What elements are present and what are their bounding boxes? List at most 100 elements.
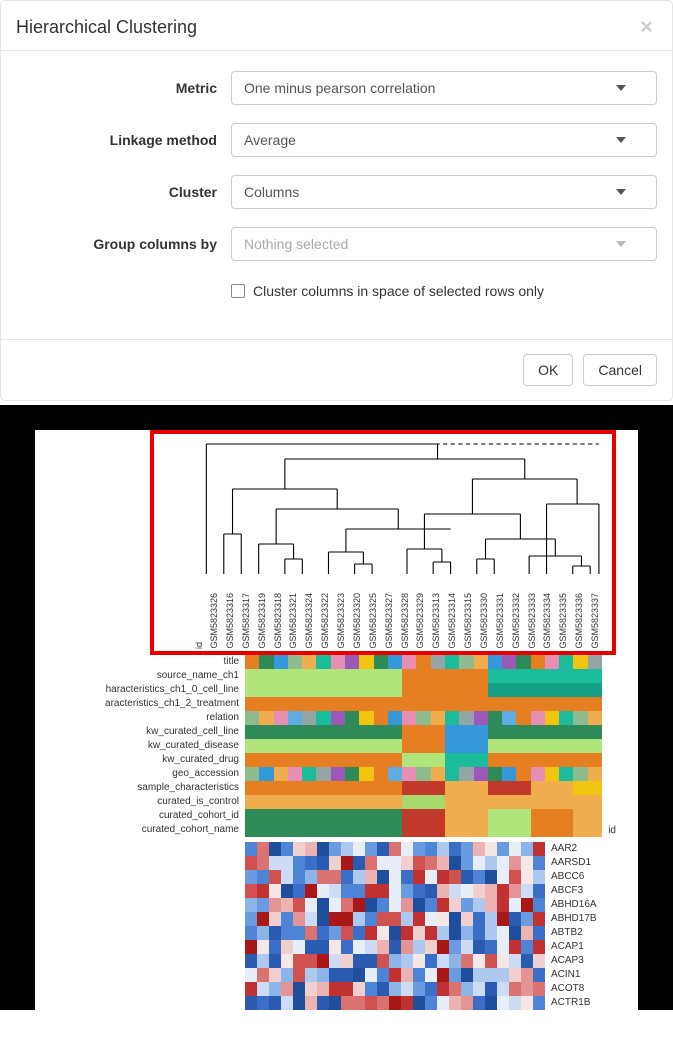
- cancel-button[interactable]: Cancel: [583, 354, 657, 386]
- annotation-cell: [502, 669, 516, 683]
- heatmap-cell: [521, 842, 533, 856]
- heatmap-cell: [461, 842, 473, 856]
- annotation-row-label: kw_curated_disease: [70, 739, 245, 753]
- annotation-cell: [531, 809, 545, 823]
- annotation-cell: [588, 655, 602, 669]
- heatmap-cell: [353, 842, 365, 856]
- annotation-cell: [474, 823, 488, 837]
- annotation-cell: [374, 809, 388, 823]
- annotation-cell: [316, 753, 330, 767]
- heatmap-cell: [437, 884, 449, 898]
- annotation-cell: [316, 683, 330, 697]
- annotation-cell: [502, 655, 516, 669]
- heatmap-cell: [305, 954, 317, 968]
- annotation-cell: [388, 669, 402, 683]
- metric-select[interactable]: One minus pearson correlation: [231, 71, 657, 105]
- heatmap-cell: [461, 940, 473, 954]
- heatmap-cell: [401, 968, 413, 982]
- linkage-select[interactable]: Average: [231, 123, 657, 157]
- heatmap-cell: [437, 926, 449, 940]
- heatmap-cell: [305, 842, 317, 856]
- heatmap-cell: [353, 940, 365, 954]
- heatmap-cell: [461, 926, 473, 940]
- annotation-cell: [402, 669, 416, 683]
- column-label: GSM5823325: [368, 593, 384, 649]
- heatmap-cell: [389, 842, 401, 856]
- annotation-cell: [573, 683, 587, 697]
- heatmap-cell: [257, 996, 269, 1010]
- heatmap-cell: [425, 842, 437, 856]
- annotation-cell: [388, 809, 402, 823]
- heatmap-cell: [401, 940, 413, 954]
- annotation-cell: [345, 683, 359, 697]
- annotation-cell: [331, 711, 345, 725]
- column-label: GSM5823327: [384, 593, 400, 649]
- heatmap-cell: [461, 968, 473, 982]
- heatmap-cell: [425, 898, 437, 912]
- annotation-cell: [345, 781, 359, 795]
- cluster-select[interactable]: Columns: [231, 175, 657, 209]
- heatmap-cell: [377, 856, 389, 870]
- group-by-select[interactable]: Nothing selected: [231, 227, 657, 261]
- annotation-cell: [502, 767, 516, 781]
- annotation-cell: [316, 781, 330, 795]
- annotation-cell: [402, 655, 416, 669]
- annotation-cell: [431, 781, 445, 795]
- annotation-cell: [431, 669, 445, 683]
- annotation-cell: [559, 809, 573, 823]
- heatmap-cell: [473, 912, 485, 926]
- heatmap-cell: [509, 856, 521, 870]
- annotation-cell: [331, 739, 345, 753]
- annotation-cell: [402, 781, 416, 795]
- annotation-cell: [331, 655, 345, 669]
- heatmap-cell: [341, 926, 353, 940]
- annotation-cell: [573, 767, 587, 781]
- annotation-cell: [459, 739, 473, 753]
- annotation-cell: [459, 823, 473, 837]
- heatmap-cell: [293, 870, 305, 884]
- annotation-cell: [502, 781, 516, 795]
- selected-rows-only-checkbox[interactable]: [231, 284, 245, 298]
- heatmap-cell: [413, 856, 425, 870]
- heatmap-cell: [245, 982, 257, 996]
- heatmap-cell: [281, 968, 293, 982]
- heatmap-cell: [449, 912, 461, 926]
- annotation-id-label: id: [608, 825, 616, 837]
- annotation-cell: [588, 697, 602, 711]
- annotation-cell: [474, 809, 488, 823]
- annotation-cell: [431, 823, 445, 837]
- ok-button[interactable]: OK: [523, 354, 573, 386]
- annotation-row-label: source_name_ch1: [70, 669, 245, 683]
- annotation-cell: [588, 753, 602, 767]
- heatmap-cell: [329, 898, 341, 912]
- field-cluster: Cluster Columns: [16, 175, 657, 209]
- heatmap-cell: [377, 898, 389, 912]
- annotation-cell: [474, 683, 488, 697]
- annotation-row-label: relation: [70, 711, 245, 725]
- gene-row-label: AAR2: [551, 842, 616, 856]
- annotation-cell: [516, 725, 530, 739]
- heatmap-cell: [353, 856, 365, 870]
- annotation-cell: [316, 795, 330, 809]
- annotation-cell: [302, 767, 316, 781]
- heatmap-cell: [509, 870, 521, 884]
- annotation-cell: [288, 739, 302, 753]
- annotation-cell: [374, 697, 388, 711]
- annotation-cell: [288, 781, 302, 795]
- heatmap-cell: [485, 982, 497, 996]
- annotation-cell: [559, 767, 573, 781]
- annotation-cell: [445, 655, 459, 669]
- annotation-cell: [331, 753, 345, 767]
- annotation-row-label: curated_is_control: [70, 795, 245, 809]
- heatmap-cell: [449, 954, 461, 968]
- heatmap-cell: [305, 912, 317, 926]
- close-icon[interactable]: ×: [636, 16, 657, 38]
- annotation-cell: [359, 683, 373, 697]
- annotation-cell: [445, 809, 459, 823]
- metric-select-value: One minus pearson correlation: [244, 80, 435, 96]
- annotation-cell: [345, 739, 359, 753]
- heatmap-cell: [245, 912, 257, 926]
- annotation-cell: [516, 683, 530, 697]
- annotation-cell: [245, 725, 259, 739]
- heatmap-cell: [437, 954, 449, 968]
